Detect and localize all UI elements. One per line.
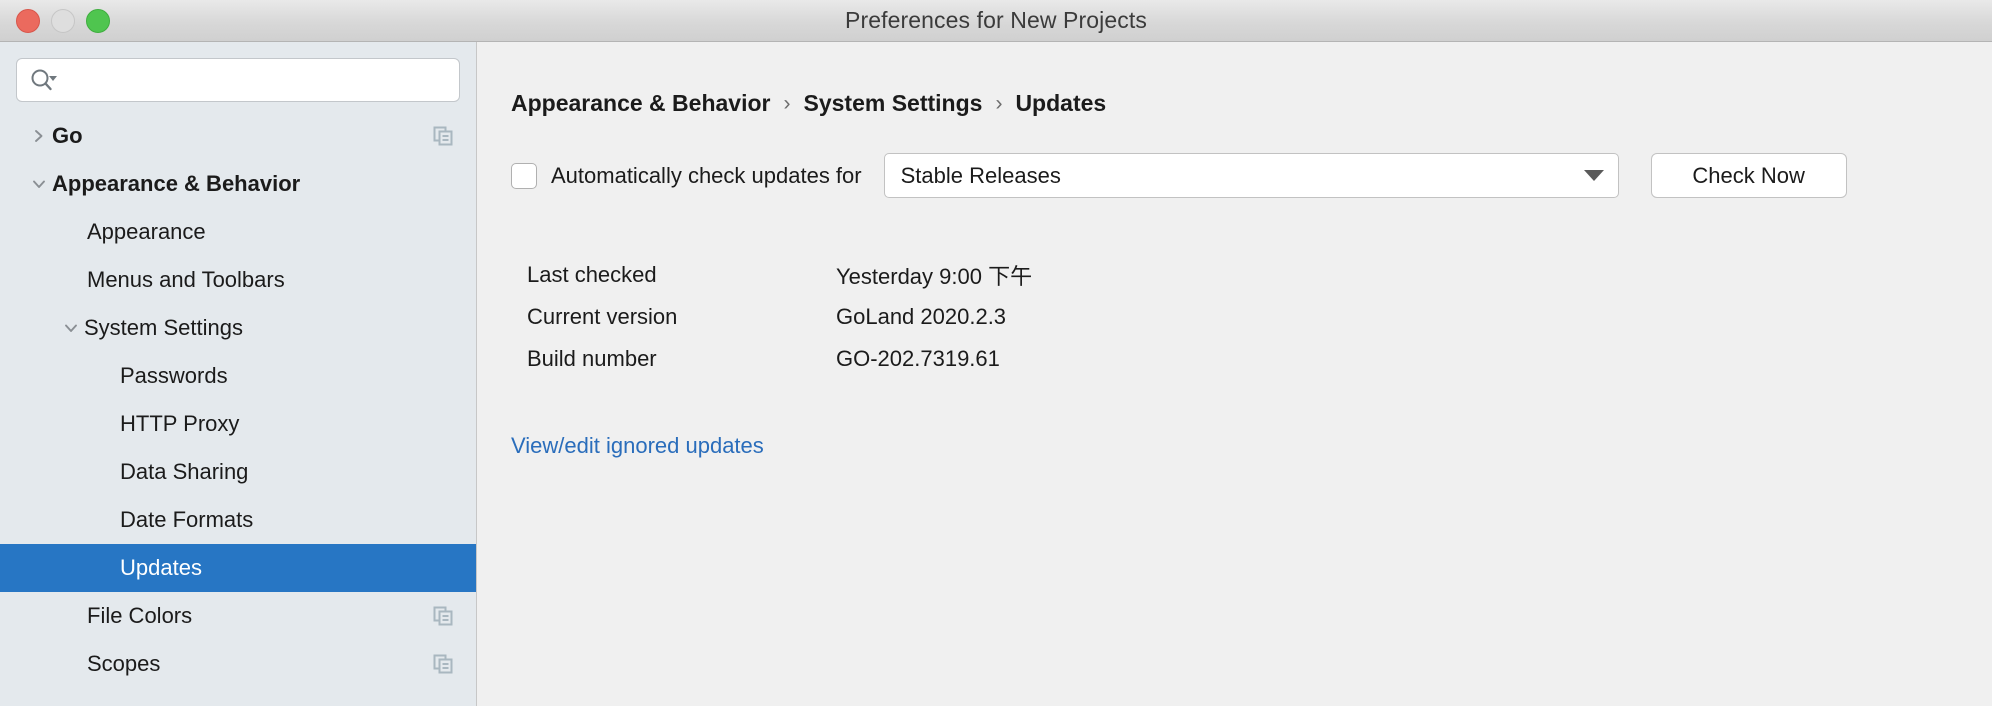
maximize-button-icon[interactable] [86, 8, 110, 33]
breadcrumb-item-1[interactable]: Appearance & Behavior [511, 90, 770, 117]
breadcrumb-separator-icon: › [783, 91, 791, 115]
sidebar-item-go[interactable]: Go [0, 112, 476, 160]
copy-icon[interactable] [432, 125, 454, 147]
sidebar-item-menus-and-toolbars[interactable]: Menus and Toolbars [0, 256, 476, 304]
settings-sidebar: Go Appearance & Behavior Appearance Menu… [0, 42, 477, 706]
breadcrumb-item-3: Updates [1015, 90, 1107, 116]
search-icon [31, 69, 57, 91]
info-label: Current version [527, 304, 678, 329]
search-box[interactable] [16, 58, 460, 102]
sidebar-item-system-settings[interactable]: System Settings [0, 304, 476, 352]
sidebar-item-passwords[interactable]: Passwords [0, 352, 476, 400]
sidebar-item-label: Appearance [87, 219, 206, 244]
copy-icon[interactable] [432, 605, 454, 627]
search-container [0, 42, 476, 112]
auto-check-updates-checkbox[interactable] [511, 162, 537, 189]
info-value: Yesterday 9:00 下午 [836, 264, 1033, 289]
sidebar-item-label: Appearance & Behavior [52, 171, 301, 196]
chevron-right-icon[interactable] [26, 128, 52, 144]
settings-content: Appearance & Behavior › System Settings … [477, 42, 1992, 706]
breadcrumb-item-2[interactable]: System Settings [803, 90, 982, 117]
window-title: Preferences for New Projects [845, 7, 1147, 33]
info-row: Last checked Yesterday 9:00 下午 [511, 254, 1958, 296]
breadcrumb: Appearance & Behavior › System Settings … [511, 90, 1958, 117]
sidebar-item-label: Date Formats [120, 507, 254, 532]
window-body: Go Appearance & Behavior Appearance Menu… [0, 42, 1992, 706]
sidebar-item-appearance-and-behavior[interactable]: Appearance & Behavior [0, 160, 476, 208]
update-channel-value: Stable Releases [900, 162, 1061, 188]
auto-check-row: Automatically check updates for Stable R… [511, 153, 1958, 198]
sidebar-item-scopes[interactable]: Scopes [0, 640, 476, 688]
check-now-button[interactable]: Check Now [1650, 153, 1847, 198]
sidebar-item-file-colors[interactable]: File Colors [0, 592, 476, 640]
info-value: GoLand 2020.2.3 [836, 304, 1007, 329]
sidebar-item-data-sharing[interactable]: Data Sharing [0, 448, 476, 496]
sidebar-item-label: Scopes [87, 651, 161, 676]
title-bar: Preferences for New Projects [0, 0, 1992, 42]
version-info: Last checked Yesterday 9:00 下午 Current v… [511, 254, 1958, 380]
settings-tree: Go Appearance & Behavior Appearance Menu… [0, 112, 476, 706]
preferences-window: Preferences for New Projects Go Appearan… [0, 0, 1992, 706]
minimize-button-icon[interactable] [51, 8, 75, 33]
sidebar-item-label: Data Sharing [120, 459, 249, 484]
sidebar-item-label: HTTP Proxy [120, 411, 240, 436]
auto-check-updates-label: Automatically check updates for [551, 162, 862, 188]
breadcrumb-separator-icon: › [995, 91, 1003, 115]
search-input[interactable] [67, 68, 447, 92]
sidebar-item-http-proxy[interactable]: HTTP Proxy [0, 400, 476, 448]
chevron-down-icon [1583, 170, 1604, 181]
update-channel-select[interactable]: Stable Releases [883, 153, 1619, 198]
sidebar-item-appearance[interactable]: Appearance [0, 208, 476, 256]
sidebar-item-label: Menus and Toolbars [87, 267, 285, 292]
view-edit-ignored-updates-link[interactable]: View/edit ignored updates [511, 433, 764, 459]
chevron-down-icon[interactable] [26, 176, 52, 192]
sidebar-item-updates[interactable]: Updates [0, 544, 476, 592]
window-controls [16, 8, 110, 33]
sidebar-item-label: System Settings [84, 315, 243, 340]
copy-icon[interactable] [432, 653, 454, 675]
info-row: Build number GO-202.7319.61 [511, 338, 1958, 380]
info-label: Last checked [527, 262, 657, 287]
info-row: Current version GoLand 2020.2.3 [511, 296, 1958, 338]
close-button-icon[interactable] [16, 8, 40, 33]
chevron-down-icon[interactable] [58, 320, 84, 336]
sidebar-item-label: File Colors [87, 603, 193, 628]
info-label: Build number [527, 346, 657, 371]
sidebar-item-label: Go [52, 123, 83, 148]
sidebar-item-label: Updates [120, 555, 202, 580]
sidebar-item-date-formats[interactable]: Date Formats [0, 496, 476, 544]
sidebar-item-label: Passwords [120, 363, 228, 388]
info-value: GO-202.7319.61 [836, 346, 1000, 371]
